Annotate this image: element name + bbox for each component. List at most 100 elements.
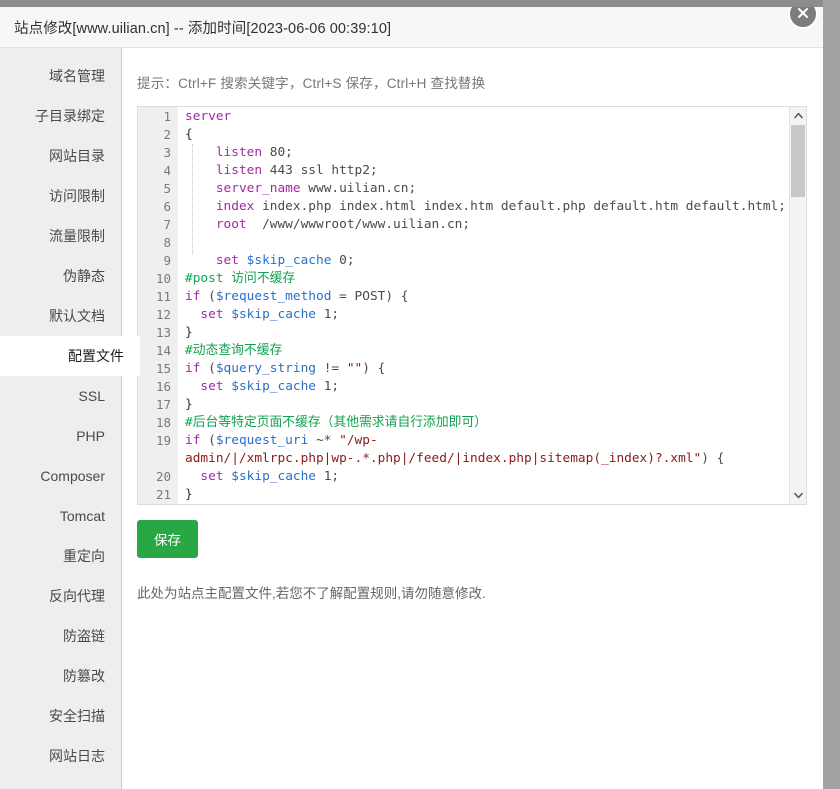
config-file-panel: 提示：Ctrl+F 搜索关键字，Ctrl+S 保存，Ctrl+H 查找替换 12… — [122, 48, 823, 789]
code-line-11: if ($request_method = POST) { — [185, 288, 806, 306]
code-token: != — [316, 361, 347, 376]
code-token — [185, 163, 216, 178]
code-token — [185, 181, 216, 196]
scroll-up-icon[interactable] — [790, 107, 806, 124]
sidebar-item-14[interactable]: 防盗链 — [0, 616, 121, 656]
editor-code-area[interactable]: server{ listen 80; listen 443 ssl http2;… — [178, 107, 806, 504]
code-token: $skip_cache — [231, 307, 316, 322]
code-token — [185, 307, 200, 322]
scroll-down-icon[interactable] — [790, 487, 806, 504]
line-number: 10 — [138, 270, 178, 288]
config-code-editor[interactable]: 123456789101112131415161718192021 server… — [137, 106, 807, 505]
editor-vertical-scrollbar[interactable] — [789, 107, 806, 504]
page-scrollbar[interactable] — [823, 0, 840, 789]
code-token: ( — [200, 433, 215, 448]
sidebar-item-label: 重定向 — [63, 548, 105, 564]
sidebar-item-label: Composer — [40, 468, 105, 484]
sidebar-item-label: 防盗链 — [63, 628, 105, 644]
code-token: ) { — [701, 451, 724, 466]
code-token: www.uilian.cn; — [301, 181, 417, 196]
code-token: #后台等特定页面不缓存（其他需求请自行添加即可） — [185, 415, 487, 430]
shortcut-hint: 提示：Ctrl+F 搜索关键字，Ctrl+S 保存，Ctrl+H 查找替换 — [137, 72, 807, 92]
sidebar-item-15[interactable]: 防篡改 — [0, 656, 121, 696]
sidebar-item-6[interactable]: 默认文档 — [0, 296, 121, 336]
sidebar-item-3[interactable]: 访问限制 — [0, 176, 121, 216]
config-footnote: 此处为站点主配置文件,若您不了解配置规则,请勿随意修改. — [137, 582, 807, 602]
code-line-19: if ($request_uri ~* "/wp-admin/|/xmlrpc.… — [185, 432, 806, 468]
code-token: { — [185, 127, 193, 142]
sidebar-item-5[interactable]: 伪静态 — [0, 256, 121, 296]
code-token — [185, 379, 200, 394]
code-token: $skip_cache — [231, 379, 316, 394]
code-token: set — [200, 307, 223, 322]
sidebar-item-label: Tomcat — [60, 508, 105, 524]
sidebar-item-11[interactable]: Tomcat — [0, 496, 121, 536]
save-button[interactable]: 保存 — [137, 520, 198, 558]
code-token: 80; — [262, 145, 293, 160]
code-token: set — [200, 379, 223, 394]
code-token: $request_uri — [216, 433, 308, 448]
code-line-3: listen 80; — [185, 144, 806, 162]
code-line-8 — [185, 234, 806, 252]
code-token: index — [216, 199, 255, 214]
sidebar-item-13[interactable]: 反向代理 — [0, 576, 121, 616]
sidebar-item-label: 伪静态 — [63, 268, 105, 284]
code-token: } — [185, 397, 193, 412]
line-number: 15 — [138, 360, 178, 378]
line-number: 18 — [138, 414, 178, 432]
code-token: "" — [347, 361, 362, 376]
sidebar-item-17[interactable]: 网站日志 — [0, 736, 121, 776]
line-number: 3 — [138, 144, 178, 162]
sidebar-item-label: SSL — [79, 388, 105, 404]
sidebar-item-16[interactable]: 安全扫描 — [0, 696, 121, 736]
line-number: 6 — [138, 198, 178, 216]
sidebar-item-10[interactable]: Composer — [0, 456, 121, 496]
page-title: 站点修改[www.uilian.cn] -- 添加时间[2023-06-06 0… — [14, 17, 391, 38]
line-number: 13 — [138, 324, 178, 342]
code-line-7: root /www/wwwroot/www.uilian.cn; — [185, 216, 806, 234]
code-line-5: server_name www.uilian.cn; — [185, 180, 806, 198]
sidebar-item-4[interactable]: 流量限制 — [0, 216, 121, 256]
code-line-9: set $skip_cache 0; — [185, 252, 806, 270]
sidebar-item-0[interactable]: 域名管理 — [0, 56, 121, 96]
code-token — [185, 199, 216, 214]
sidebar-item-1[interactable]: 子目录绑定 — [0, 96, 121, 136]
sidebar-item-7[interactable]: 配置文件 — [0, 336, 140, 376]
sidebar-item-12[interactable]: 重定向 — [0, 536, 121, 576]
line-number: 19 — [138, 432, 178, 468]
code-line-10: #post 访问不缓存 — [185, 270, 806, 288]
code-token: $query_string — [216, 361, 316, 376]
code-line-18: #后台等特定页面不缓存（其他需求请自行添加即可） — [185, 414, 806, 432]
code-token: } — [185, 487, 193, 502]
code-line-1: server — [185, 108, 806, 126]
code-token — [185, 469, 200, 484]
code-token: #动态查询不缓存 — [185, 343, 282, 358]
line-number: 12 — [138, 306, 178, 324]
code-token: listen — [216, 163, 262, 178]
sidebar-item-label: 网站目录 — [49, 148, 105, 164]
code-line-14: #动态查询不缓存 — [185, 342, 806, 360]
line-number: 14 — [138, 342, 178, 360]
code-token: if — [185, 289, 200, 304]
sidebar-item-8[interactable]: SSL — [0, 376, 121, 416]
sidebar-item-label: 流量限制 — [49, 228, 105, 244]
code-token: #post 访问不缓存 — [185, 271, 295, 286]
code-token: if — [185, 433, 200, 448]
sidebar-item-label: 反向代理 — [49, 588, 105, 604]
line-number: 8 — [138, 234, 178, 252]
sidebar-item-label: 默认文档 — [49, 308, 105, 324]
code-line-20: set $skip_cache 1; — [185, 468, 806, 486]
code-token: ( — [200, 289, 215, 304]
code-token: server_name — [216, 181, 301, 196]
sidebar-item-2[interactable]: 网站目录 — [0, 136, 121, 176]
code-line-15: if ($query_string != "") { — [185, 360, 806, 378]
code-line-16: set $skip_cache 1; — [185, 378, 806, 396]
code-token: server — [185, 109, 231, 124]
code-token: listen — [216, 145, 262, 160]
line-number: 4 — [138, 162, 178, 180]
code-token: 0; — [331, 253, 354, 268]
sidebar-item-label: 配置文件 — [68, 348, 124, 364]
sidebar-item-9[interactable]: PHP — [0, 416, 121, 456]
scrollbar-thumb[interactable] — [791, 125, 805, 197]
sidebar-item-label: 访问限制 — [49, 188, 105, 204]
